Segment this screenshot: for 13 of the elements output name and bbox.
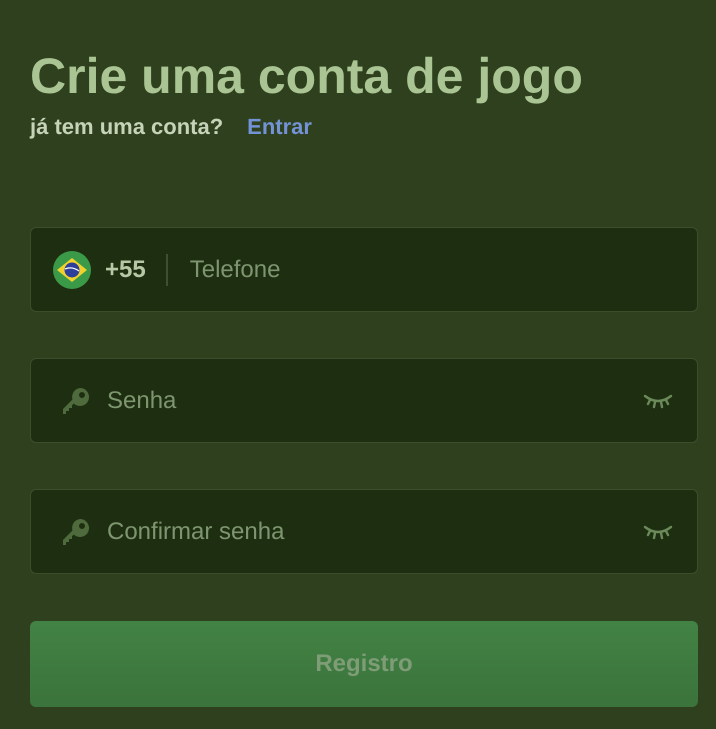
password-field[interactable]: Confirmar senha xyxy=(30,489,698,574)
password-input[interactable]: Confirmar senha xyxy=(105,516,629,546)
phone-field[interactable]: +55 Telefone xyxy=(30,227,698,312)
password-input[interactable]: Senha xyxy=(105,386,629,416)
page-title: Crie uma conta de jogo xyxy=(30,47,584,106)
password-field[interactable]: Senha xyxy=(30,358,698,443)
brazil-flag-icon xyxy=(53,250,91,288)
country-code[interactable]: +55 xyxy=(105,256,146,284)
login-prompt: já tem uma conta? xyxy=(30,114,224,140)
key-icon xyxy=(61,386,91,416)
phone-input[interactable]: Telefone xyxy=(188,254,673,284)
login-link[interactable]: Entrar xyxy=(247,114,312,140)
key-icon xyxy=(61,516,91,546)
